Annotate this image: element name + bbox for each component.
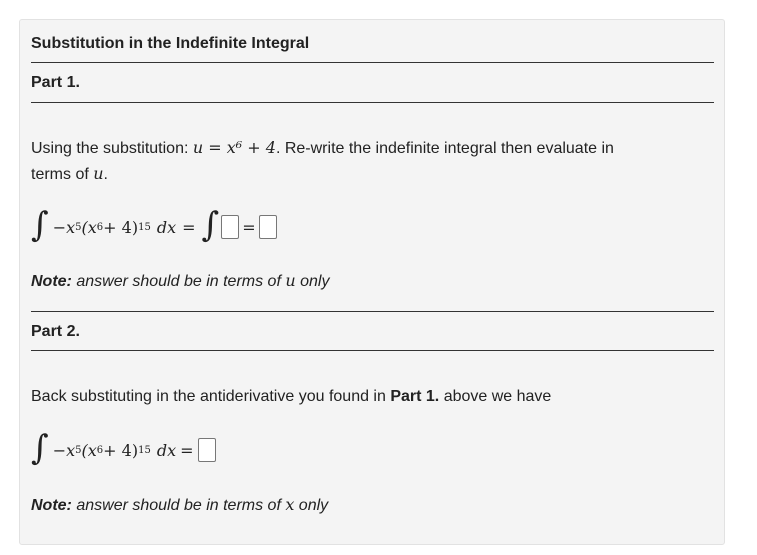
divider (31, 102, 714, 103)
note-text: answer should be in terms of (71, 273, 286, 290)
question-title: Substitution in the Indefinite Integral (31, 35, 310, 52)
integral-sign: ∫ (31, 428, 49, 468)
part2-intro-bold: Part 1. (390, 388, 440, 405)
note-text: answer should be in terms of (71, 497, 286, 514)
differential: dx (156, 440, 177, 460)
integrand-inner-rest: + 4) (103, 217, 139, 237)
note-variable: u (285, 271, 296, 290)
integrand-coef: −x (52, 440, 76, 460)
integrand-inner: (x (81, 440, 97, 460)
part1-intro-prefix: Using the substitution: (31, 140, 193, 157)
note-label: Note: (31, 497, 72, 514)
differential: dx (156, 217, 177, 237)
part1-intro: Using the substitution: u = x⁶ + 4. Re-w… (31, 135, 701, 187)
question-panel: Substitution in the Indefinite Integral … (19, 19, 725, 545)
integral-sign: ∫ (201, 205, 220, 245)
integrand-inner: (x (81, 217, 97, 237)
antiderivative-in-x-input[interactable] (197, 438, 216, 462)
part1-heading: Part 1. (31, 74, 80, 91)
part1-intro-suffix: . Re-write the indefinite integral then … (275, 140, 614, 157)
part2-intro-suffix: above we have (439, 388, 552, 405)
divider (31, 311, 714, 312)
part2-equation: ∫ −x 5 (x 6 + 4) 15 dx = (31, 428, 216, 472)
note-end: only (295, 273, 330, 290)
part2-heading: Part 2. (31, 323, 80, 340)
substitution-expression: u = x⁶ + 4 (192, 138, 276, 157)
part1-note: Note: answer should be in terms of u onl… (31, 271, 329, 291)
part2-intro-prefix: Back substituting in the antiderivative … (31, 388, 391, 405)
divider (31, 350, 714, 351)
divider (31, 62, 714, 63)
outer-exponent: 15 (138, 221, 151, 233)
part2-intro: Back substituting in the antiderivative … (31, 384, 701, 409)
part2-note: Note: answer should be in terms of x onl… (31, 495, 328, 515)
part1-intro-line2: terms of (31, 166, 94, 183)
part1-intro-var: u (93, 164, 104, 183)
integrand-inner-rest: + 4) (103, 440, 139, 460)
equals-sign: = (242, 217, 256, 237)
equals-sign: = (180, 440, 194, 460)
integrand-in-u-input[interactable] (221, 215, 240, 239)
part1-intro-end: . (103, 166, 108, 183)
equals-sign: = (182, 217, 196, 237)
note-label: Note: (31, 273, 72, 290)
integral-sign: ∫ (31, 205, 49, 245)
note-variable: x (285, 495, 295, 514)
antiderivative-in-u-input[interactable] (258, 215, 277, 239)
integrand-coef: −x (52, 217, 76, 237)
part1-equation: ∫ −x 5 (x 6 + 4) 15 dx = ∫ = (31, 205, 277, 249)
note-end: only (294, 497, 329, 514)
outer-exponent: 15 (138, 444, 151, 456)
